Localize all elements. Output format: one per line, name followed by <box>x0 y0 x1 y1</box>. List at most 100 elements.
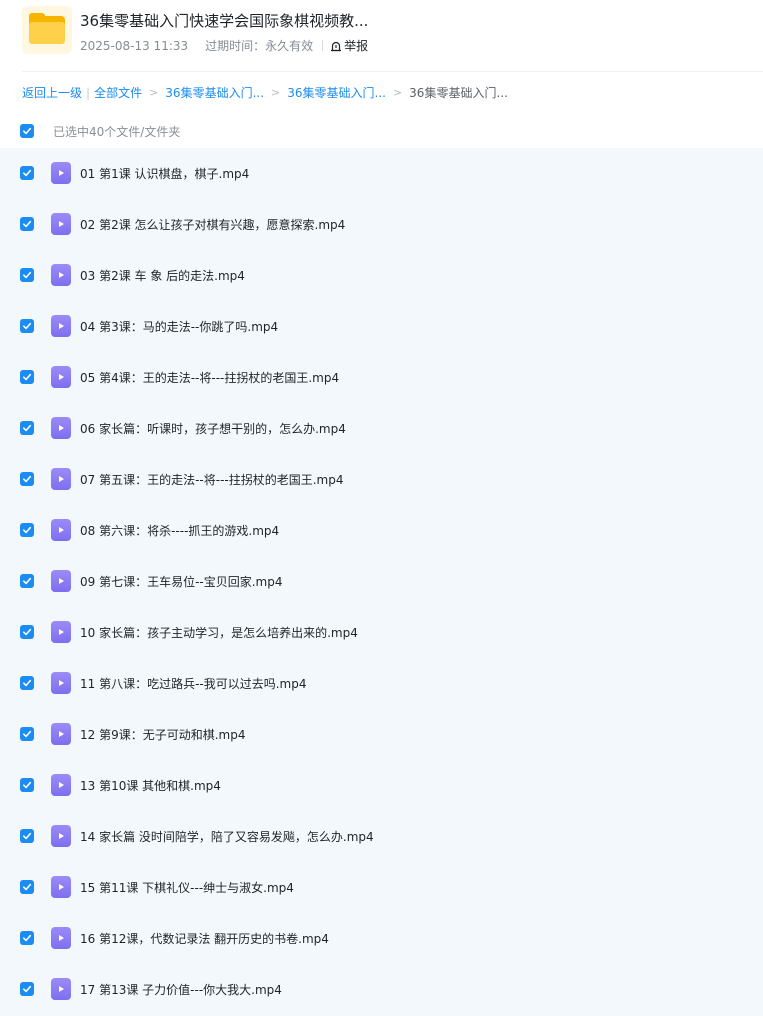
file-row[interactable]: 07 第五课：王的走法--将---拄拐杖的老国王.mp4 <box>0 454 763 505</box>
checkmark-icon <box>22 475 32 483</box>
breadcrumb-back-link[interactable]: 返回上一级 <box>22 84 82 101</box>
video-file-icon <box>51 774 71 796</box>
video-file-icon <box>51 519 71 541</box>
file-checkbox[interactable] <box>20 574 34 588</box>
file-checkbox[interactable] <box>20 727 34 741</box>
share-header: 36集零基础入门快速学会国际象棋视频教... 2025-08-13 11:33 … <box>0 0 763 72</box>
file-name[interactable]: 13 第10课 其他和棋.mp4 <box>80 777 221 794</box>
file-row[interactable]: 02 第2课 怎么让孩子对棋有兴趣，愿意探索.mp4 <box>0 199 763 250</box>
file-row[interactable]: 10 家长篇：孩子主动学习，是怎么培养出来的.mp4 <box>0 607 763 658</box>
file-checkbox[interactable] <box>20 625 34 639</box>
file-row[interactable]: 11 第八课：吃过路兵--我可以过去吗.mp4 <box>0 658 763 709</box>
file-name[interactable]: 10 家长篇：孩子主动学习，是怎么培养出来的.mp4 <box>80 624 358 641</box>
file-row[interactable]: 17 第13课 子力价值---你大我大.mp4 <box>0 964 763 1015</box>
file-name[interactable]: 16 第12课，代数记录法 翻开历史的书卷.mp4 <box>80 930 329 947</box>
file-name[interactable]: 07 第五课：王的走法--将---拄拐杖的老国王.mp4 <box>80 471 344 488</box>
file-name[interactable]: 03 第2课 车 象 后的走法.mp4 <box>80 267 245 284</box>
video-file-icon <box>51 876 71 898</box>
checkmark-icon <box>22 322 32 330</box>
file-checkbox[interactable] <box>20 523 34 537</box>
file-name[interactable]: 12 第9课：无子可动和棋.mp4 <box>80 726 245 743</box>
video-file-icon <box>51 825 71 847</box>
breadcrumb-folder-1[interactable]: 36集零基础入门... <box>165 84 264 101</box>
file-checkbox[interactable] <box>20 268 34 282</box>
file-row[interactable]: 04 第3课：马的走法--你跳了吗.mp4 <box>0 301 763 352</box>
file-row[interactable]: 01 第1课 认识棋盘，棋子.mp4 <box>0 148 763 199</box>
file-checkbox[interactable] <box>20 166 34 180</box>
file-checkbox[interactable] <box>20 472 34 486</box>
file-name[interactable]: 02 第2课 怎么让孩子对棋有兴趣，愿意探索.mp4 <box>80 216 345 233</box>
file-checkbox[interactable] <box>20 778 34 792</box>
video-file-icon <box>51 366 71 388</box>
file-name[interactable]: 04 第3课：马的走法--你跳了吗.mp4 <box>80 318 278 335</box>
video-file-icon <box>51 978 71 1000</box>
file-checkbox[interactable] <box>20 421 34 435</box>
checkmark-icon <box>22 220 32 228</box>
file-row[interactable]: 12 第9课：无子可动和棋.mp4 <box>0 709 763 760</box>
file-checkbox[interactable] <box>20 982 34 996</box>
file-name[interactable]: 08 第六课：将杀----抓王的游戏.mp4 <box>80 522 279 539</box>
checkmark-icon <box>22 373 32 381</box>
file-checkbox[interactable] <box>20 931 34 945</box>
select-all-checkbox[interactable] <box>20 124 34 138</box>
breadcrumb-all-files[interactable]: 全部文件 <box>94 84 142 101</box>
file-row[interactable]: 06 家长篇：听课时，孩子想干别的，怎么办.mp4 <box>0 403 763 454</box>
file-row[interactable]: 05 第4课：王的走法--将---拄拐杖的老国王.mp4 <box>0 352 763 403</box>
video-file-icon <box>51 264 71 286</box>
file-row[interactable]: 14 家长篇 没时间陪学，陪了又容易发飚，怎么办.mp4 <box>0 811 763 862</box>
expire-info: 过期时间：永久有效 <box>205 39 314 53</box>
breadcrumb-folder-2[interactable]: 36集零基础入门... <box>287 84 386 101</box>
file-checkbox[interactable] <box>20 676 34 690</box>
checkmark-icon <box>22 577 32 585</box>
breadcrumb-arrow: > <box>271 86 281 99</box>
breadcrumb: 返回上一级 | 全部文件 > 36集零基础入门... > 36集零基础入门...… <box>22 84 508 101</box>
selection-count: 已选中40个文件/文件夹 <box>53 124 181 139</box>
folder-icon <box>22 6 72 54</box>
file-checkbox[interactable] <box>20 319 34 333</box>
video-file-icon <box>51 672 71 694</box>
file-name[interactable]: 05 第4课：王的走法--将---拄拐杖的老国王.mp4 <box>80 369 339 386</box>
checkmark-icon <box>22 781 32 789</box>
file-row[interactable]: 09 第七课：王车易位--宝贝回家.mp4 <box>0 556 763 607</box>
video-file-icon <box>51 621 71 643</box>
checkmark-icon <box>22 526 32 534</box>
file-name[interactable]: 06 家长篇：听课时，孩子想干别的，怎么办.mp4 <box>80 420 346 437</box>
share-meta: 2025-08-13 11:33 过期时间：永久有效 举报 <box>80 37 368 54</box>
checkmark-icon <box>22 679 32 687</box>
file-checkbox[interactable] <box>20 217 34 231</box>
file-row[interactable]: 08 第六课：将杀----抓王的游戏.mp4 <box>0 505 763 556</box>
video-file-icon <box>51 162 71 184</box>
checkmark-icon <box>22 883 32 891</box>
file-row[interactable]: 13 第10课 其他和棋.mp4 <box>0 760 763 811</box>
report-button[interactable]: 举报 <box>330 37 368 54</box>
file-checkbox[interactable] <box>20 829 34 843</box>
file-name[interactable]: 01 第1课 认识棋盘，棋子.mp4 <box>80 165 249 182</box>
checkmark-icon <box>22 169 32 177</box>
checkmark-icon <box>22 730 32 738</box>
file-row[interactable]: 16 第12课，代数记录法 翻开历史的书卷.mp4 <box>0 913 763 964</box>
breadcrumb-current-folder: 36集零基础入门... <box>409 86 508 100</box>
file-checkbox[interactable] <box>20 880 34 894</box>
select-all-row: 已选中40个文件/文件夹 <box>20 120 180 142</box>
checkmark-icon <box>22 985 32 993</box>
video-file-icon <box>51 570 71 592</box>
file-row[interactable]: 15 第11课 下棋礼仪---绅士与淑女.mp4 <box>0 862 763 913</box>
breadcrumb-arrow: > <box>149 86 159 99</box>
file-name[interactable]: 17 第13课 子力价值---你大我大.mp4 <box>80 981 282 998</box>
file-row[interactable]: 03 第2课 车 象 后的走法.mp4 <box>0 250 763 301</box>
file-name[interactable]: 09 第七课：王车易位--宝贝回家.mp4 <box>80 573 283 590</box>
report-label: 举报 <box>344 39 369 53</box>
checkmark-icon <box>22 832 32 840</box>
meta-divider <box>322 40 324 51</box>
file-name[interactable]: 14 家长篇 没时间陪学，陪了又容易发飚，怎么办.mp4 <box>80 828 374 845</box>
checkmark-icon <box>22 424 32 432</box>
file-name[interactable]: 15 第11课 下棋礼仪---绅士与淑女.mp4 <box>80 879 294 896</box>
file-name[interactable]: 11 第八课：吃过路兵--我可以过去吗.mp4 <box>80 675 307 692</box>
breadcrumb-separator: | <box>86 85 91 100</box>
report-icon <box>331 41 342 51</box>
file-checkbox[interactable] <box>20 370 34 384</box>
header-divider <box>22 71 763 72</box>
video-file-icon <box>51 927 71 949</box>
checkmark-icon <box>22 127 32 135</box>
video-file-icon <box>51 315 71 337</box>
